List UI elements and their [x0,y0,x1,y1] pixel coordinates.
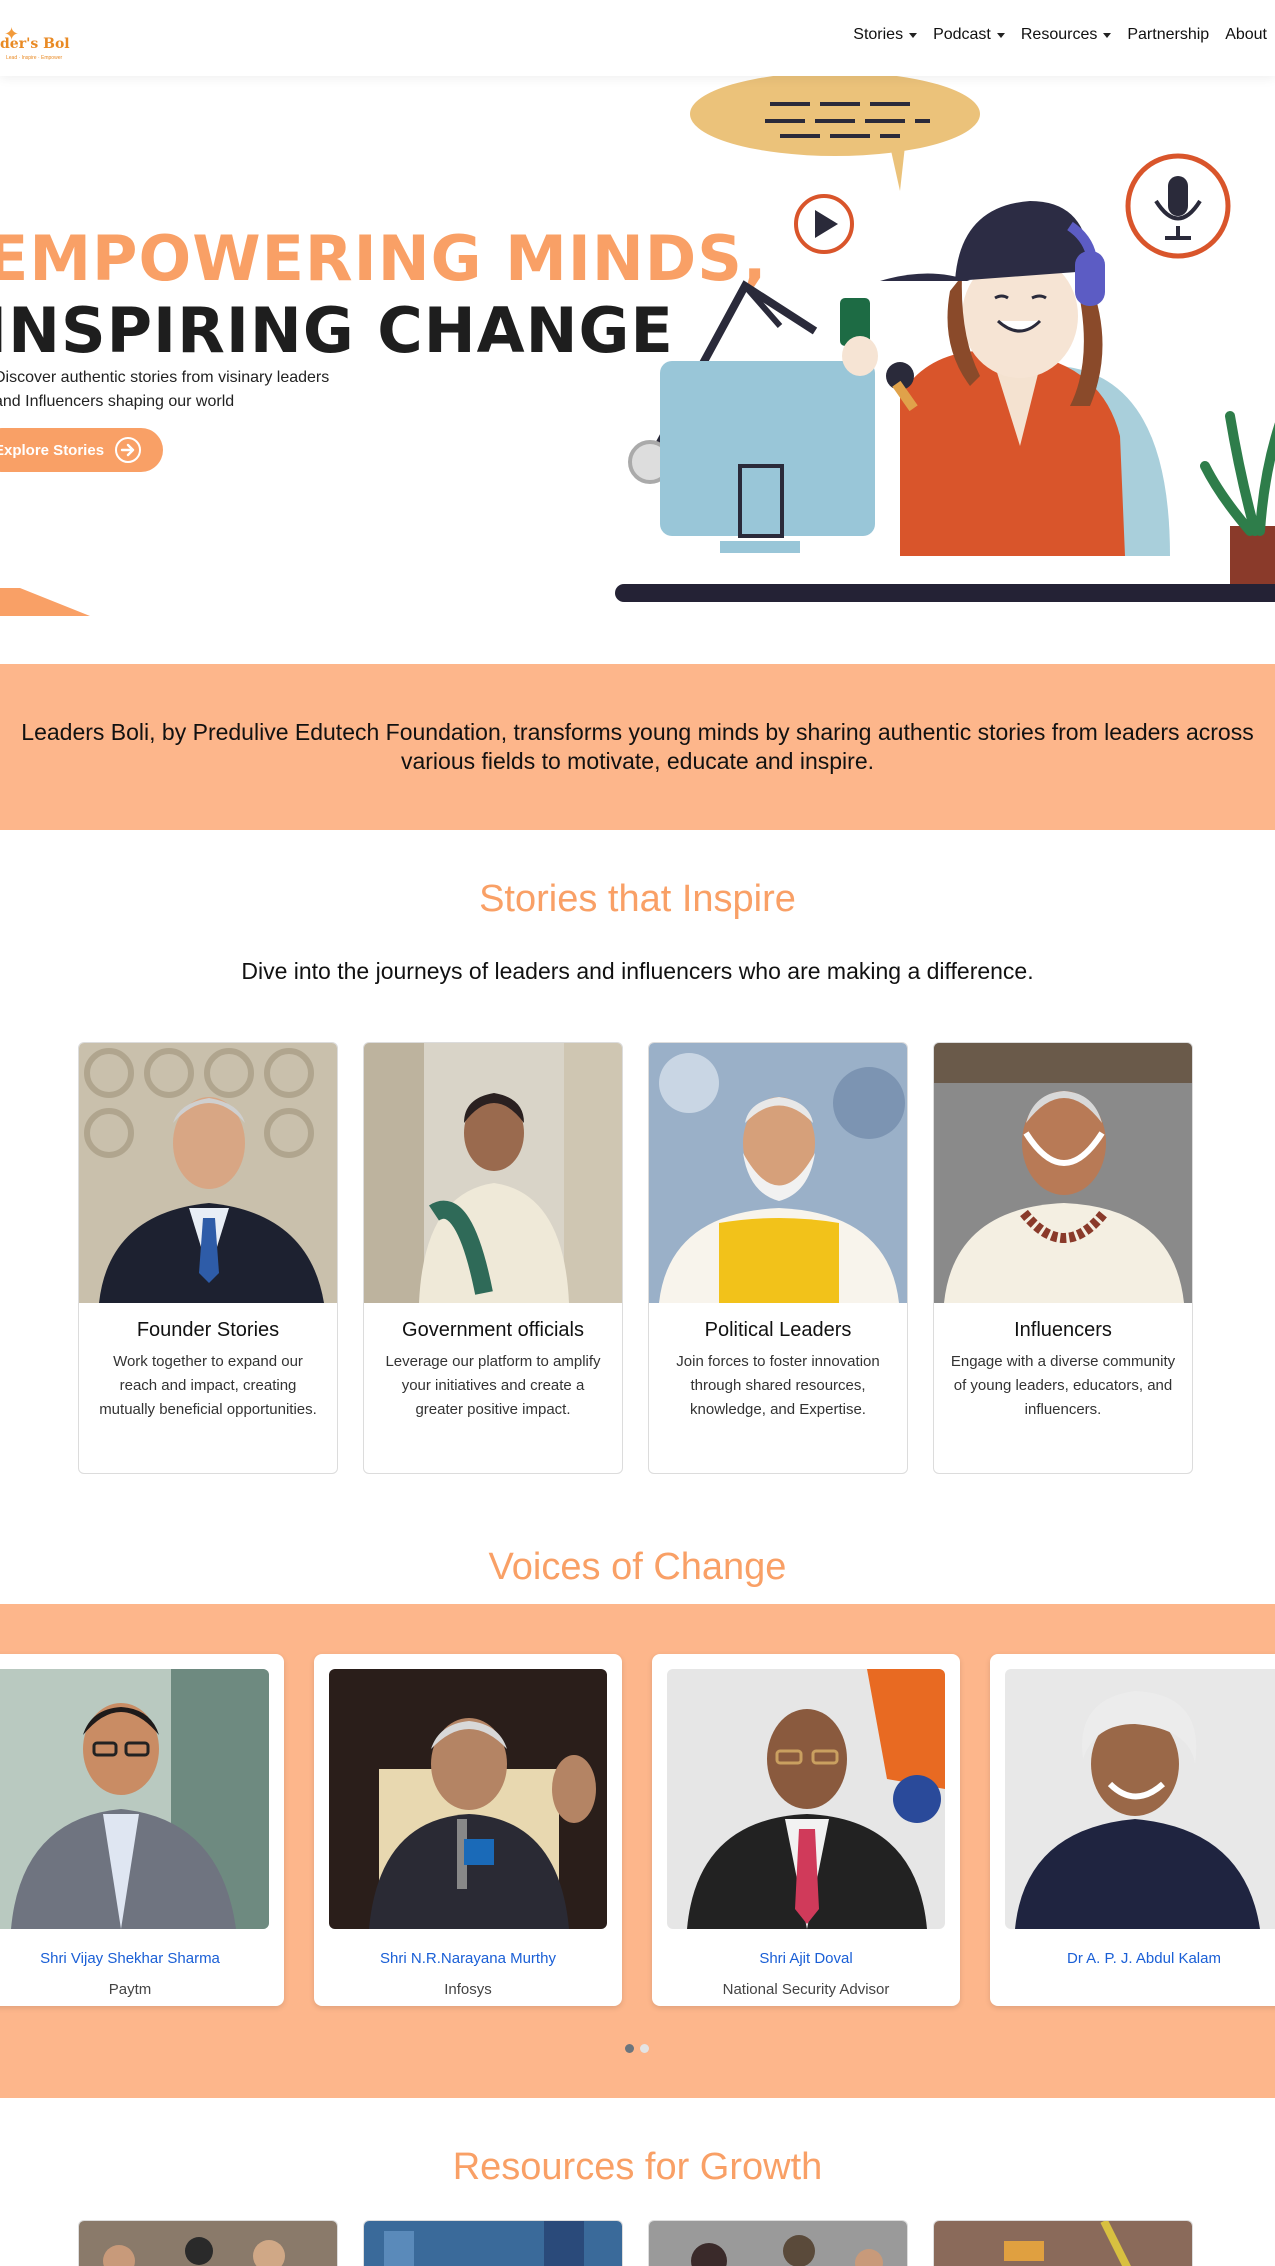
voice-name[interactable]: Shri Ajit Doval [652,1950,960,1967]
carousel-dot[interactable] [640,2044,649,2053]
voice-name[interactable]: Dr A. P. J. Abdul Kalam [990,1950,1275,1967]
carousel-indicators [625,2044,649,2053]
resource-card[interactable] [933,2220,1193,2266]
caret-down-icon [909,32,918,38]
mission-text: Leaders Boli, by Predulive Edutech Found… [21,719,1254,774]
podcast-illustration [615,76,1275,602]
main-nav: Stories Podcast Resources Partnership Ab… [845,26,1275,44]
founder-photo [79,1043,337,1303]
arrow-right-icon [115,437,141,463]
resource-card[interactable] [648,2220,908,2266]
political-leader-photo [649,1043,907,1303]
nav-partnership[interactable]: Partnership [1119,26,1217,44]
voice-name[interactable]: Shri N.R.Narayana Murthy [314,1950,622,1967]
nav-stories-label: Stories [853,26,904,43]
voice-role: Infosys [444,1981,492,1998]
navbar: ✦ der's Boli Lead · Inspire · Empower St… [0,0,1275,76]
logo-text: der's Boli [0,36,70,52]
resource-card[interactable] [78,2220,338,2266]
voice-role: National Security Advisor [722,1981,890,1998]
logo-tagline: Lead · Inspire · Empower [6,55,63,61]
hero-subtitle-line1: Discover authentic stories from visinary… [0,369,330,386]
voices-carousel: Shri Vijay Shekhar Sharma Paytm Shri N.R… [0,1604,1275,2098]
hero-subtitle-line2: and Influencers shaping our world [0,393,235,410]
story-card-title: Influencers [1014,1319,1112,1341]
voices-title: Voices of Change [488,1546,787,1588]
resources-title: Resources for Growth [452,2146,823,2188]
nav-resources-label: Resources [1020,26,1098,43]
voice-name[interactable]: Shri Vijay Shekhar Sharma [0,1950,284,1967]
nav-resources[interactable]: Resources [1013,26,1119,44]
hero-section: EMPOWERING MINDS, INSPIRING CHANGE Disco… [0,76,1275,616]
voice-role: Paytm [108,1981,152,1998]
voice-photo [329,1669,607,1929]
explore-stories-label: Explore Stories [0,441,105,459]
nav-podcast[interactable]: Podcast [925,26,1013,44]
story-cards: Founder Stories Work together to expand … [78,1042,1193,1474]
story-card-text: Join forces to foster innovation through… [676,1353,880,1418]
brand-logo[interactable]: ✦ der's Boli Lead · Inspire · Empower [0,22,70,62]
caret-down-icon [996,32,1005,38]
story-card-title: Founder Stories [136,1319,280,1341]
story-card-political[interactable]: Political Leaders Join forces to foster … [648,1042,908,1474]
story-card-text: Leverage our platform to amplify your in… [385,1353,601,1418]
stories-subtitle: Dive into the journeys of leaders and in… [241,958,1034,984]
story-card-text: Engage with a diverse community of young… [950,1353,1176,1418]
carousel-dot[interactable] [625,2044,634,2053]
story-card-title: Government officials [402,1319,584,1341]
microphone-icon [1125,153,1231,259]
voice-card[interactable]: Shri Vijay Shekhar Sharma Paytm [0,1654,284,2006]
nav-podcast-label: Podcast [933,26,991,43]
nav-about-label: About [1225,26,1267,43]
voice-card[interactable]: Dr A. P. J. Abdul Kalam [990,1654,1275,2006]
hero-title-line2: INSPIRING CHANGE [0,294,674,367]
voice-card[interactable]: Shri N.R.Narayana Murthy Infosys [314,1654,622,2006]
nav-about[interactable]: About [1217,26,1275,44]
resource-cards [78,2220,1193,2266]
speech-bubble-icon [690,76,980,191]
mission-band: Leaders Boli, by Predulive Edutech Found… [0,664,1275,830]
story-card-title: Political Leaders [704,1319,852,1341]
nav-partnership-label: Partnership [1127,26,1210,43]
caret-down-icon [1103,32,1112,38]
government-official-photo [364,1043,622,1303]
hero-ribbon [0,588,90,616]
story-card-founder[interactable]: Founder Stories Work together to expand … [78,1042,338,1474]
stories-title: Stories that Inspire [479,878,796,920]
play-icon [794,194,854,254]
hero-subtitle: Discover authentic stories from visinary… [0,366,329,414]
nav-stories[interactable]: Stories [845,26,925,44]
voice-photo [1005,1669,1275,1929]
story-card-government[interactable]: Government officials Leverage our platfo… [363,1042,623,1474]
story-card-text: Work together to expand our reach and im… [99,1353,317,1418]
resource-card[interactable] [363,2220,623,2266]
story-card-influencers[interactable]: Influencers Engage with a diverse commun… [933,1042,1193,1474]
explore-stories-button[interactable]: Explore Stories [0,428,163,472]
voice-card[interactable]: Shri Ajit Doval National Security Adviso… [652,1654,960,2006]
voice-photo [0,1669,269,1929]
influencer-photo [934,1043,1192,1303]
voice-photo [667,1669,945,1929]
